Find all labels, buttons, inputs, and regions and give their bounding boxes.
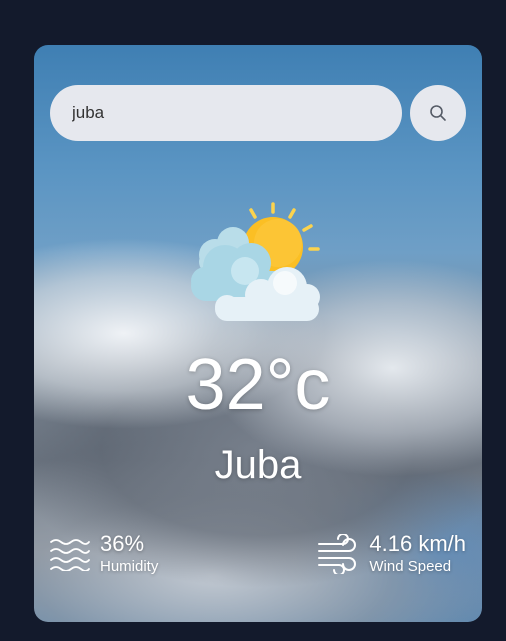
wind-stat: 4.16 km/h Wind Speed [317, 531, 466, 577]
humidity-stat: 36% Humidity [50, 531, 158, 577]
humidity-value: 36% [100, 531, 145, 556]
city-name: Juba [214, 443, 302, 487]
search-button[interactable] [410, 85, 466, 141]
humidity-label: Humidity [100, 558, 159, 575]
wind-label: Wind Speed [369, 558, 452, 575]
wind-value: 4.16 km/h [369, 531, 466, 556]
wind-icon [317, 534, 359, 574]
search-input[interactable] [50, 85, 402, 141]
partly-cloudy-icon [191, 202, 320, 321]
humidity-waves-icon [50, 537, 90, 571]
search-icon [430, 105, 446, 121]
weather-card: 32°c Juba 36% Humidity [34, 45, 482, 622]
temperature: 32°c [185, 345, 331, 425]
